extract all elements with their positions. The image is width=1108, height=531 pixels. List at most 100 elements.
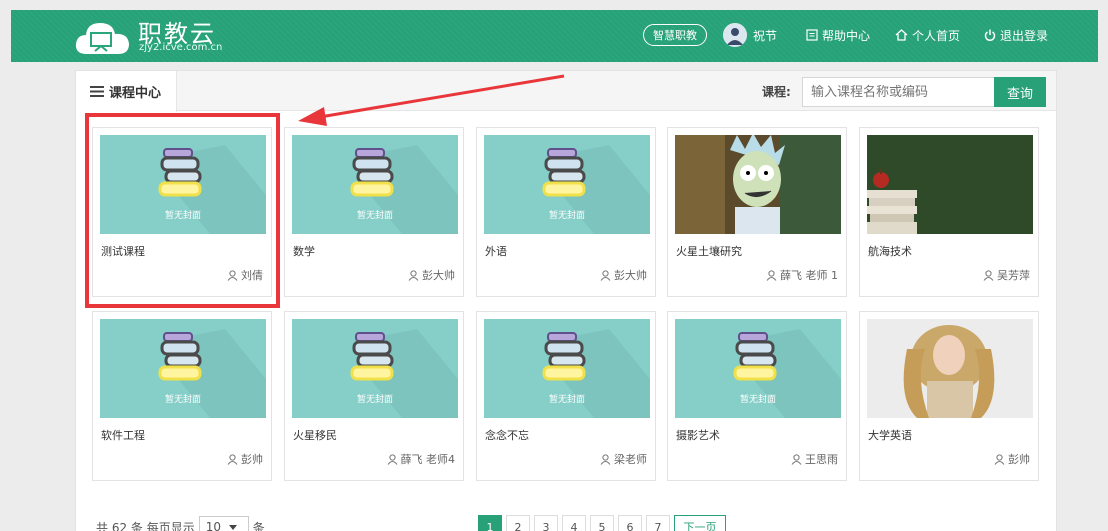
help-center-link[interactable]: 帮助中心 [806, 24, 870, 46]
page-button[interactable]: 2 [506, 515, 530, 531]
user-icon [387, 453, 397, 465]
page-button[interactable]: 1 [478, 515, 502, 531]
teacher-name: 彭大帅 [614, 269, 647, 282]
user-icon [408, 269, 419, 281]
course-search-input[interactable] [802, 77, 994, 107]
per-page-suffix: 条 [252, 520, 265, 531]
course-card[interactable]: 暂无封面软件工程彭帅 [92, 311, 272, 481]
course-title[interactable]: 航海技术 [868, 243, 912, 259]
teacher-name: 梁老师 [614, 453, 647, 466]
avatar[interactable] [723, 23, 747, 47]
cartoon-cover-image [675, 135, 841, 234]
course-cover[interactable]: 暂无封面 [292, 319, 458, 418]
logout-link[interactable]: 退出登录 [984, 24, 1048, 46]
user-name: 祝节 [753, 28, 778, 43]
course-title[interactable]: 火星移民 [293, 427, 337, 443]
course-title[interactable]: 数学 [293, 243, 315, 259]
user-icon [983, 269, 994, 281]
power-icon [984, 29, 996, 41]
course-card[interactable]: 暂无封面念念不忘梁老师 [476, 311, 656, 481]
page-button[interactable]: 3 [534, 515, 558, 531]
teacher-name: 薛飞 老师4 [400, 453, 456, 466]
course-title[interactable]: 大学英语 [868, 427, 912, 443]
personal-home-link[interactable]: 个人首页 [895, 24, 960, 46]
portrait-cover-image [867, 319, 1033, 418]
course-title[interactable]: 摄影艺术 [676, 427, 720, 443]
course-cover[interactable]: 暂无封面 [484, 319, 650, 418]
teacher-name: 薛飞 老师 1 [780, 269, 838, 282]
help-center-label: 帮助中心 [822, 28, 871, 43]
tab-label: 课程中心 [109, 86, 162, 101]
course-teacher: 彭大帅 [600, 267, 647, 283]
user-name-link[interactable]: 祝节 [753, 24, 777, 46]
course-card[interactable]: 暂无封面摄影艺术王思雨 [667, 311, 847, 481]
top-header: 职教云 zjy2.icve.com.cn 智慧职教 祝节 帮助中心 个人首页 退… [11, 10, 1098, 62]
course-title[interactable]: 念念不忘 [485, 427, 529, 443]
no-cover-label: 暂无封面 [739, 395, 776, 405]
course-teacher: 王思雨 [791, 451, 838, 467]
teacher-name: 王思雨 [805, 453, 838, 466]
page-button[interactable]: 4 [562, 515, 586, 531]
course-title[interactable]: 外语 [485, 243, 507, 259]
course-teacher: 彭帅 [994, 451, 1030, 467]
course-cover[interactable]: 暂无封面 [675, 319, 841, 418]
course-teacher: 薛飞 老师4 [387, 451, 456, 467]
page-button[interactable]: 6 [618, 515, 642, 531]
site-domain: zjy2.icve.com.cn [139, 42, 223, 53]
course-cover[interactable]: 暂无封面 [292, 135, 458, 234]
home-icon [895, 29, 908, 41]
pagination-info: 共 62 条 每页显示 10 条 [96, 516, 265, 531]
teacher-name: 彭大帅 [422, 269, 455, 282]
next-page-button[interactable]: 下一页 [674, 515, 726, 531]
user-avatar-icon [723, 23, 747, 47]
course-card[interactable]: 暂无封面外语彭大帅 [476, 127, 656, 297]
list-icon [90, 86, 104, 97]
cloud-logo-icon[interactable] [73, 20, 133, 56]
course-cover[interactable]: 暂无封面 [100, 319, 266, 418]
tab-course-center[interactable]: 课程中心 [76, 71, 177, 112]
user-icon [791, 453, 802, 465]
no-cover-label: 暂无封面 [164, 395, 201, 405]
search-label: 课程: [762, 85, 791, 99]
teacher-name: 吴芳萍 [997, 269, 1030, 282]
course-teacher: 吴芳萍 [983, 267, 1030, 283]
total-count-label: 共 62 条 每页显示 [96, 520, 195, 531]
course-cover[interactable]: 暂无封面 [484, 135, 650, 234]
no-cover-label: 暂无封面 [548, 211, 585, 221]
teacher-name: 彭帅 [1008, 453, 1030, 466]
page-button[interactable]: 5 [590, 515, 614, 531]
personal-home-label: 个人首页 [912, 28, 961, 43]
highlight-annotation-box [85, 113, 280, 308]
user-icon [600, 453, 611, 465]
user-icon [227, 453, 238, 465]
course-card[interactable]: 大学英语彭帅 [859, 311, 1039, 481]
no-cover-label: 暂无封面 [356, 395, 393, 405]
search-button[interactable]: 查询 [994, 77, 1046, 107]
no-cover-label: 暂无封面 [356, 211, 393, 221]
course-cover[interactable] [675, 135, 841, 234]
user-icon [994, 453, 1005, 465]
course-card[interactable]: 暂无封面数学彭大帅 [284, 127, 464, 297]
per-page-select[interactable]: 10 [198, 516, 249, 531]
user-icon [600, 269, 611, 281]
pagination: 1 2 3 4 5 6 7 下一页 [478, 515, 726, 531]
annotation-arrow [298, 74, 565, 126]
course-card[interactable]: 暂无封面火星移民薛飞 老师4 [284, 311, 464, 481]
course-title[interactable]: 火星土壤研究 [676, 243, 742, 259]
course-teacher: 彭帅 [227, 451, 263, 467]
course-teacher: 薛飞 老师 1 [766, 267, 838, 283]
no-cover-label: 暂无封面 [548, 395, 585, 405]
course-title[interactable]: 软件工程 [101, 427, 145, 443]
course-teacher: 彭大帅 [408, 267, 455, 283]
per-page-value: 10 [205, 520, 221, 531]
books-apple-cover-image [867, 135, 1033, 234]
course-teacher: 梁老师 [600, 451, 647, 467]
page-button[interactable]: 7 [646, 515, 670, 531]
user-icon [766, 269, 777, 281]
course-card[interactable]: 航海技术吴芳萍 [859, 127, 1039, 297]
chevron-down-icon [229, 524, 237, 530]
course-cover[interactable] [867, 319, 1033, 418]
course-card[interactable]: 火星土壤研究薛飞 老师 1 [667, 127, 847, 297]
course-cover[interactable] [867, 135, 1033, 234]
smart-vocational-button[interactable]: 智慧职教 [643, 24, 707, 46]
